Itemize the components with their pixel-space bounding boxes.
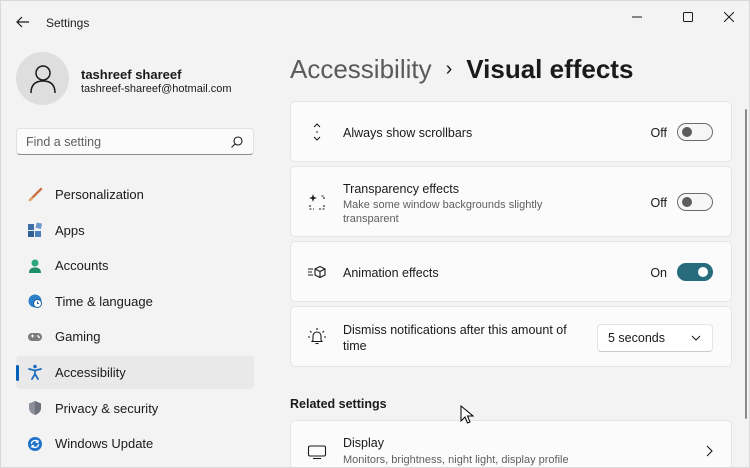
close-icon (724, 12, 734, 22)
minimize-button[interactable] (615, 1, 659, 33)
notification-duration-dropdown[interactable]: 5 seconds (597, 324, 713, 352)
close-button[interactable] (707, 1, 749, 33)
related-card-display[interactable]: Display Monitors, brightness, night ligh… (290, 420, 732, 467)
sidebar-item-apps[interactable]: Apps (16, 214, 254, 247)
setting-title: Display (343, 436, 384, 450)
accessibility-icon (26, 363, 44, 381)
globe-clock-icon (26, 292, 44, 310)
notification-bell-icon (307, 327, 327, 347)
person-icon (26, 257, 44, 275)
breadcrumb-separator: › (445, 57, 453, 80)
setting-title: Animation effects (343, 266, 439, 280)
setting-card-animation: Animation effects On (290, 241, 732, 302)
maximize-button[interactable] (666, 1, 710, 33)
shield-icon (26, 399, 44, 417)
chevron-right-icon (706, 445, 713, 457)
setting-title: Always show scrollbars (343, 126, 473, 140)
settings-window: Settings tashreef shareef tashreef-share… (0, 0, 750, 468)
monitor-icon (307, 442, 327, 462)
chevron-down-icon (691, 335, 701, 341)
user-email: tashreef-shareef@hotmail.com (81, 83, 232, 95)
sidebar-nav: Personalization Apps Accounts Time & lan… (16, 178, 254, 463)
animation-cube-icon (307, 262, 327, 282)
breadcrumb: Accessibility › Visual effects (290, 53, 633, 85)
user-name: tashreef shareef (81, 67, 182, 82)
page-title: Visual effects (466, 53, 634, 84)
title-bar: Settings (1, 1, 749, 41)
transparency-sparkle-icon (307, 192, 327, 212)
search-input[interactable] (26, 134, 216, 149)
update-icon (26, 435, 44, 453)
transparency-toggle[interactable] (677, 193, 713, 211)
minimize-icon (632, 16, 642, 18)
sidebar-item-windows-update[interactable]: Windows Update (16, 427, 254, 460)
brush-icon (26, 186, 44, 204)
avatar[interactable] (16, 52, 69, 105)
toggle-state-label: Off (650, 126, 667, 140)
sidebar-item-label: Privacy & security (55, 400, 159, 416)
apps-icon (26, 221, 44, 239)
sidebar-item-label: Personalization (55, 187, 144, 202)
gamepad-icon (26, 328, 44, 346)
animation-toggle[interactable] (677, 263, 713, 281)
user-icon (29, 64, 56, 93)
setting-description: Monitors, brightness, night light, displ… (343, 454, 569, 466)
toggle-knob (682, 197, 692, 207)
sidebar-item-label: Gaming (55, 329, 101, 345)
setting-description: Make some window backgrounds slightly tr… (343, 199, 543, 225)
mouse-pointer-icon (460, 405, 474, 424)
dropdown-selected-value: 5 seconds (608, 331, 665, 345)
sidebar-item-personalization[interactable]: Personalization (16, 178, 254, 211)
search-box[interactable] (16, 128, 254, 155)
setting-card-transparency: Transparency effects Make some window ba… (290, 166, 732, 237)
related-settings-heading: Related settings (290, 397, 387, 411)
sidebar-item-time-language[interactable]: Time & language (16, 285, 254, 318)
toggle-state-label: Off (650, 196, 667, 210)
sidebar-item-gaming[interactable]: Gaming (16, 320, 254, 353)
app-title: Settings (46, 16, 90, 30)
maximize-icon (683, 12, 693, 22)
back-arrow-icon (16, 16, 29, 28)
sidebar-item-label: Apps (55, 222, 85, 238)
sidebar-item-accessibility[interactable]: Accessibility (16, 355, 254, 389)
sidebar-item-label: Time & language (55, 293, 153, 309)
toggle-knob (698, 267, 708, 277)
sidebar-item-privacy-security[interactable]: Privacy & security (16, 392, 254, 425)
scrollbars-toggle[interactable] (677, 123, 713, 141)
scrollbar[interactable] (745, 109, 747, 419)
breadcrumb-parent[interactable]: Accessibility (290, 54, 432, 85)
search-icon[interactable] (230, 135, 244, 149)
setting-title: Transparency effects (343, 182, 460, 196)
sidebar-item-label: Accessibility (55, 364, 126, 380)
sidebar-item-label: Accounts (55, 258, 109, 274)
toggle-knob (682, 127, 692, 137)
scrollbar-arrows-icon (307, 122, 327, 142)
toggle-state-label: On (650, 266, 667, 280)
setting-card-notifications: Dismiss notifications after this amount … (290, 306, 732, 367)
sidebar-item-label: Windows Update (55, 436, 154, 452)
setting-card-scrollbars: Always show scrollbars Off (290, 101, 732, 162)
back-button[interactable] (13, 12, 33, 32)
setting-title: Dismiss notifications after this amount … (343, 323, 567, 353)
sidebar-item-accounts[interactable]: Accounts (16, 249, 254, 282)
